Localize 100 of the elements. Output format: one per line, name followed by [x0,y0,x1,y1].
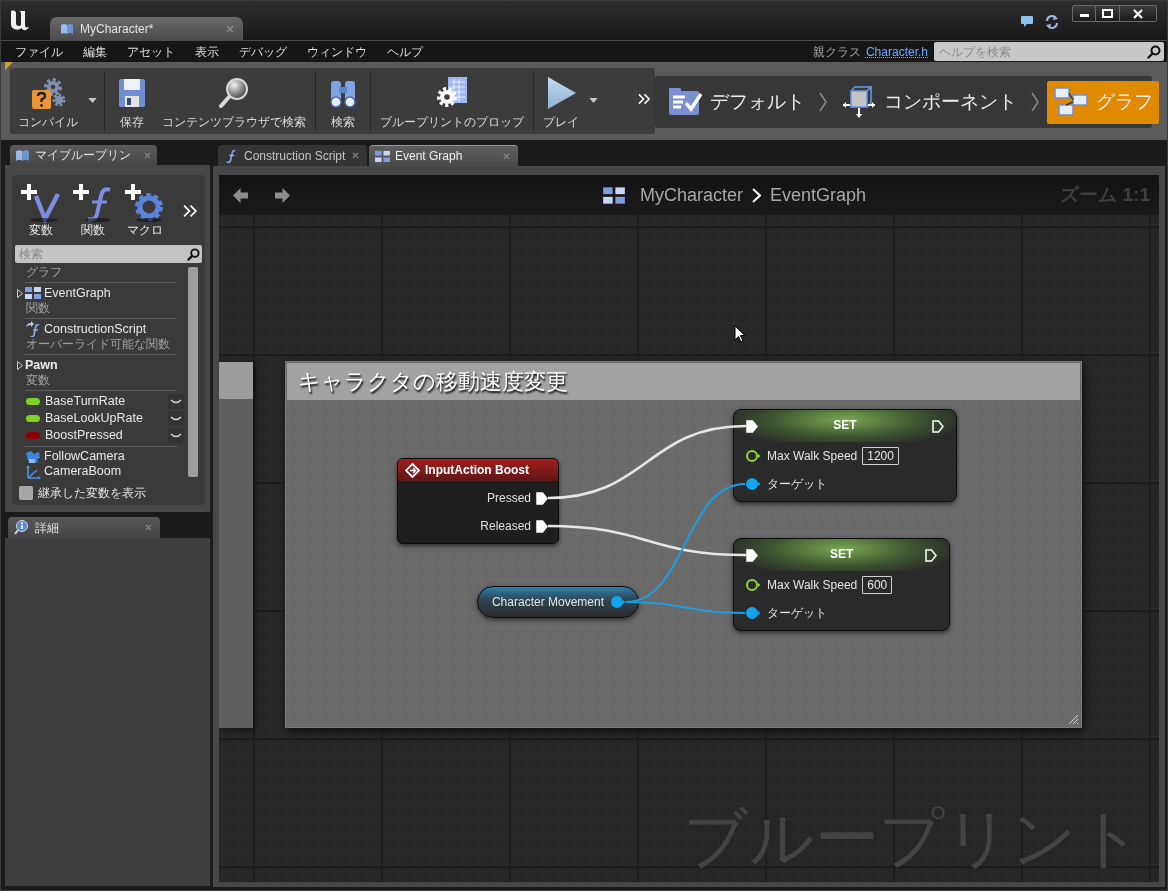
value-field[interactable]: 1200 [862,447,899,465]
category-header: 関数 [25,301,51,316]
mode-tab[interactable]: デフォルト [661,80,811,124]
graph-icon [603,185,625,205]
component-list-item[interactable]: FollowCamera [15,449,187,464]
search-icon[interactable] [187,247,200,261]
variable-list-item[interactable]: BaseTurnRate [15,393,187,410]
closed-eye-icon[interactable] [168,411,184,426]
minimize-button[interactable] [1072,5,1096,22]
component-list-item[interactable]: CameraBoom [15,464,187,479]
play-button[interactable]: プレイ [537,68,585,134]
document-tab[interactable]: MyCharacter* [50,17,243,40]
chevron-right-icon [819,92,827,112]
find-button[interactable]: 検索 [319,68,367,134]
logo-icon[interactable] [9,8,31,32]
menu-item[interactable]: ファイル [5,41,73,62]
exec-pin-icon[interactable] [746,548,758,562]
close-icon[interactable] [352,152,359,159]
close-icon [1133,8,1143,19]
node-title: InputAction Boost [425,462,529,479]
double-chevron-icon[interactable] [183,204,198,218]
resize-grip-icon[interactable] [1068,714,1079,725]
maximize-button[interactable] [1096,5,1120,22]
chevron-right-icon [752,187,762,203]
set-node[interactable]: SET Max Walk Speed 1200 ターゲット [733,409,957,502]
search-field[interactable]: 検索 [15,245,202,263]
breadcrumb-item[interactable]: MyCharacter [640,181,744,209]
exec-pin-icon[interactable] [536,519,548,533]
parent-class-label: 親クラス [812,43,861,61]
search-icon[interactable] [1147,45,1161,59]
parent-class-link[interactable]: Character.h [865,42,928,61]
menu-item[interactable]: 表示 [185,41,229,62]
chat-bubble-icon[interactable] [1020,15,1034,28]
checkbox[interactable] [19,486,33,500]
compile-button[interactable]: コンパイル [12,68,84,134]
add-function-button[interactable]: 関数 [71,182,115,237]
node-title: SET [833,416,857,434]
exec-pin-icon[interactable] [746,419,758,433]
exec-pin-icon[interactable] [925,548,938,562]
sync-icon[interactable] [1044,14,1060,30]
camera-icon [25,449,41,464]
add-macro-button[interactable]: マクロ [123,182,167,237]
menu-item[interactable]: デバッグ [229,41,297,62]
checkbox-label: 継承した変数を表示 [38,485,146,502]
value-field[interactable]: 600 [862,576,893,594]
closed-eye-icon[interactable] [168,394,184,409]
object-pin-icon[interactable] [610,595,626,609]
closed-eye-icon[interactable] [168,428,184,443]
expand-arrow-icon[interactable] [17,288,23,298]
add-variable-icon [20,182,62,223]
event-node[interactable]: InputAction Boost Pressed Released [397,458,559,544]
save-button[interactable]: 保存 [108,68,156,134]
breadcrumb-item[interactable]: EventGraph [770,181,867,209]
variable-list-item[interactable]: BaseLookUpRate [15,410,187,427]
gear-question-icon [30,75,66,111]
forward-arrow-icon[interactable] [274,186,291,204]
float-pin-icon[interactable] [745,578,761,592]
close-button[interactable] [1120,5,1157,22]
panel-tab[interactable]: マイブループリン [10,145,157,165]
category-header: オーバーライド可能な関数 [25,337,171,352]
maximize-icon [1102,9,1113,18]
exec-pin-icon[interactable] [536,491,548,505]
add-function-icon [72,182,114,223]
function-list-item[interactable]: ConstructionScript [15,321,187,337]
category-list-item[interactable]: Pawn [15,357,187,373]
back-arrow-icon[interactable] [232,186,249,204]
mode-tab[interactable]: コンポーネント [835,80,1023,124]
graph-icon [375,149,390,163]
pin-label: Max Walk Speed [767,448,858,465]
graph-icon [25,286,41,300]
graph-tab[interactable]: Construction Script [218,145,367,166]
variable-list-item[interactable]: BoostPressed [15,427,187,444]
expand-arrow-icon[interactable] [17,360,23,370]
category-header: グラフ [25,265,63,280]
menu-item[interactable]: ウィンドウ [297,41,377,62]
axes-icon [25,464,41,479]
node-title: Character Movement [491,594,604,611]
menu-item[interactable]: 編集 [73,41,117,62]
float-pin-icon[interactable] [745,449,761,463]
object-pin-icon[interactable] [745,477,761,491]
blueprint-props-button[interactable]: ブループリントのプロップ [374,68,530,134]
browse-button[interactable]: コンテンツブラウザで検索 [156,68,312,134]
scrollbar[interactable] [188,267,198,477]
set-node[interactable]: SET Max Walk Speed 600 ターゲット [733,538,951,631]
menu-item[interactable]: アセット [117,41,185,62]
graph-list-item[interactable]: EventGraph [15,285,187,301]
category-header: 変数 [25,373,51,388]
double-chevron-icon[interactable] [638,93,651,105]
menu-item[interactable]: ヘルプ [377,41,433,62]
variable-node[interactable]: Character Movement [477,586,639,618]
pin-label: ターゲット [767,476,827,493]
close-icon[interactable] [145,524,152,531]
exec-pin-icon[interactable] [931,419,944,433]
pin-label: Released [480,518,531,535]
mouse-cursor-icon [734,325,746,343]
graph-tab[interactable]: Event Graph [369,145,518,166]
panel-tab[interactable]: 詳細 [8,517,160,538]
object-pin-icon[interactable] [745,606,761,620]
event-diamond-icon [405,462,420,478]
add-variable-button[interactable]: 変数 [19,182,63,237]
